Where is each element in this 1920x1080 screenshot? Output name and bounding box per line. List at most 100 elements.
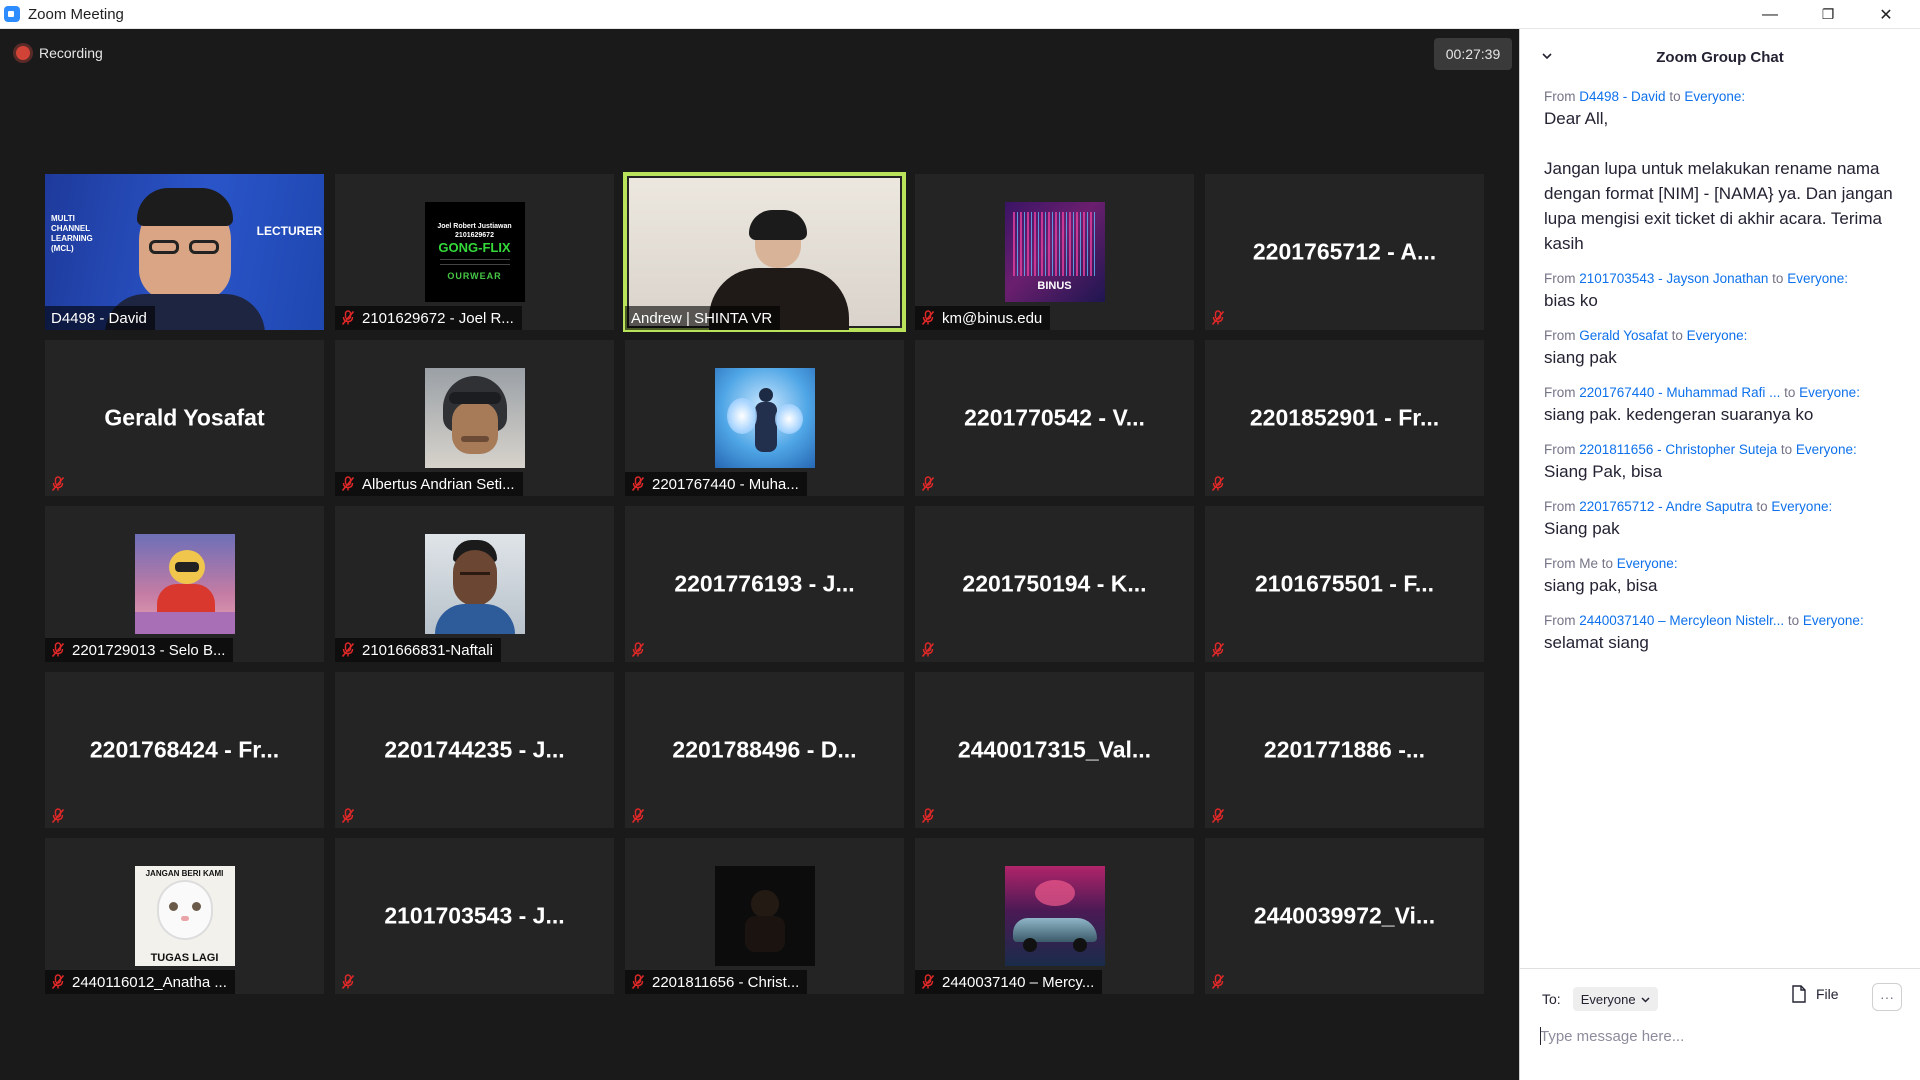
participant-tile[interactable]: 2201750194 - K... [915,506,1194,662]
participant-name-label: 2440116012_Anatha ... [45,970,235,994]
recipient-select[interactable]: Everyone [1572,987,1658,1011]
to-label: to [1756,499,1772,514]
microphone-muted-icon [1211,808,1225,824]
recipient-link[interactable]: Everyone: [1687,328,1748,343]
participant-video [629,178,900,330]
participant-tile[interactable]: JANGAN BERI KAMI TUGAS LAGI 2440116012_Ana… [45,838,324,994]
sender-link[interactable]: 2201767440 - Muhammad Rafi ... [1579,385,1780,400]
profile-picture [1004,866,1105,966]
sender-link[interactable]: D4498 - David [1579,89,1665,104]
recipient-link[interactable]: Everyone: [1796,442,1857,457]
participant-tile[interactable]: 2201770542 - V... [915,340,1194,496]
microphone-muted-icon [51,974,65,990]
participant-name-label: 2440037140 – Mercy... [915,970,1103,994]
to-label: To: [1542,991,1561,1007]
chat-message-body: Siang pak [1544,519,1620,538]
participant-name: 2201767440 - Muha... [652,475,799,493]
file-label: File [1816,986,1839,1002]
recipient-link[interactable]: Everyone: [1771,499,1832,514]
participant-tile[interactable]: MULTI CHANNEL LEARNING (MCL) LECTURER D4498 -… [45,174,324,330]
participant-tile[interactable]: 2440017315_Val... [915,672,1194,828]
microphone-muted-icon [921,476,935,492]
microphone-muted-icon [631,642,645,658]
sender-link[interactable]: 2201811656 - Christopher Suteja [1579,442,1777,457]
restore-button[interactable]: ❐ [1800,0,1856,29]
microphone-muted-icon [341,974,355,990]
chat-message-body: bias ko [1544,291,1598,310]
more-options-button[interactable]: ··· [1872,983,1902,1011]
sender-link[interactable]: Gerald Yosafat [1579,328,1668,343]
participant-name-label [625,638,660,662]
message-input[interactable] [1540,1021,1900,1051]
recipient-link[interactable]: Everyone: [1617,556,1678,571]
participant-tile[interactable]: BINUS km@binus.edu [915,174,1194,330]
chat-message-header: From 2201765712 - Andre Saputra to Every… [1544,497,1914,516]
participant-name-label [1205,306,1240,330]
recipient-link[interactable]: Everyone: [1787,271,1848,286]
participant-name: Andrew | SHINTA VR [631,309,773,327]
to-label: to [1784,385,1800,400]
participant-tile[interactable]: Albertus Andrian Seti... [335,340,614,496]
recipient-link[interactable]: Everyone: [1799,385,1860,400]
participant-name-label [915,472,950,496]
microphone-muted-icon [1211,642,1225,658]
participant-name-label: Andrew | SHINTA VR [625,306,781,330]
participant-name-display: 2440039972_Vi... [1253,902,1436,929]
from-label: From [1544,385,1580,400]
microphone-muted-icon [631,476,645,492]
participant-tile[interactable]: 2101666831-Naftali [335,506,614,662]
participant-name-label: D4498 - David [45,306,155,330]
recipient-link[interactable]: Everyone: [1684,89,1745,104]
window-title: Zoom Meeting [28,5,124,23]
chat-message: From Gerald Yosafat to Everyone: siang pa… [1544,326,1914,370]
sender-link[interactable]: 2101703543 - Jayson Jonathan [1579,271,1768,286]
chevron-down-icon[interactable] [1540,49,1554,67]
chat-messages: From D4498 - David to Everyone: Dear All,… [1544,87,1914,668]
participant-tile[interactable]: Gerald Yosafat [45,340,324,496]
recipient-link[interactable]: Everyone: [1803,613,1864,628]
participant-name-label [1205,804,1240,828]
participant-tile[interactable]: 2201729013 - Selo B... [45,506,324,662]
participant-tile[interactable]: 2201744235 - J... [335,672,614,828]
meeting-view: Recording 00:27:39 MULTI CHANNEL LEARNING(… [0,29,1518,1080]
participant-tile[interactable]: 2201852901 - Fr... [1205,340,1484,496]
close-button[interactable]: ✕ [1858,0,1914,29]
participant-tile[interactable]: 2101703543 - J... [335,838,614,994]
participant-name-label: 2201811656 - Christ... [625,970,808,994]
participant-name-display: 2101675501 - F... [1254,570,1435,597]
profile-picture [424,534,525,634]
participant-tile[interactable]: 2440037140 – Mercy... [915,838,1194,994]
sender-link[interactable]: 2201765712 - Andre Saputra [1579,499,1752,514]
participant-tile[interactable]: 2201767440 - Muha... [625,340,904,496]
participant-tile[interactable]: 2201788496 - D... [625,672,904,828]
participant-tile[interactable]: 2101675501 - F... [1205,506,1484,662]
to-label: to [1601,556,1617,571]
participant-name-display: 2201744235 - J... [384,736,565,763]
participant-name-label [335,970,370,994]
chevron-down-icon [1641,996,1650,1003]
chat-message-header: From D4498 - David to Everyone: [1544,87,1914,106]
participant-tile[interactable]: 2440039972_Vi... [1205,838,1484,994]
participant-tile[interactable]: 2201765712 - A... [1205,174,1484,330]
participant-tile[interactable]: 2201768424 - Fr... [45,672,324,828]
title-bar: Zoom Meeting — ❐ ✕ [0,0,1920,29]
participant-name-label [45,472,80,496]
cat-meme-bottom-text: TUGAS LAGI [150,952,219,964]
chat-message-header: From 2101703543 - Jayson Jonathan to Eve… [1544,269,1914,288]
participant-name: 2101666831-Naftali [362,641,493,659]
recording-indicator[interactable]: Recording [16,45,103,61]
microphone-muted-icon [1211,974,1225,990]
minimize-button[interactable]: — [1742,0,1798,29]
profile-picture: Joel Robert Justiawan 2101629672 GONG-FLIX… [424,202,525,302]
file-button[interactable]: File [1791,985,1839,1003]
participant-tile[interactable]: 2201776193 - J... [625,506,904,662]
sender-link[interactable]: 2440037140 – Mercyleon Nistelr... [1579,613,1784,628]
participant-tile[interactable]: 2201811656 - Christ... [625,838,904,994]
participant-tile[interactable]: 2201771886 -... [1205,672,1484,828]
microphone-muted-icon [51,476,65,492]
microphone-muted-icon [921,642,935,658]
active-speaker-tile[interactable]: Andrew | SHINTA VR [623,172,906,332]
participant-name-label [915,804,950,828]
participant-name-display: Gerald Yosafat [104,404,265,431]
participant-tile[interactable]: Joel Robert Justiawan 2101629672 GONG-FLIX… [335,174,614,330]
